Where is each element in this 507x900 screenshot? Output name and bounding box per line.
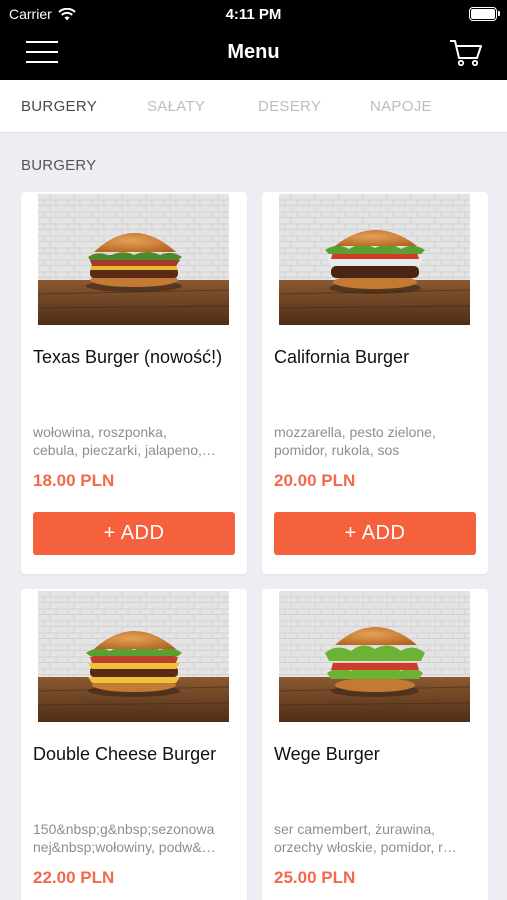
status-bar: Carrier 4:11 PM [0,0,507,28]
tab-desery[interactable]: DESERY [258,98,321,115]
product-name: Texas Burger (nowość!) [33,347,223,367]
product-price: 25.00 PLN [274,868,356,887]
product-image [38,591,229,722]
section-title: BURGERY [21,157,97,174]
add-to-cart-button[interactable]: + ADD [274,512,476,555]
product-image [279,591,470,722]
page-title: Menu [227,41,280,63]
product-description: 150&nbsp;g&nbsp;sezonowa nej&nbsp;wołowi… [33,821,216,855]
product-price: 18.00 PLN [33,471,115,490]
tab-napoje[interactable]: NAPOJE [370,98,432,115]
status-time: 4:11 PM [225,6,282,23]
product-name: California Burger [274,347,410,367]
category-tabs: BURGERY SAŁATY DESERY NAPOJE [0,80,507,133]
product-card: Texas Burger (nowość!) wołowina, roszpon… [21,192,247,574]
product-price: 20.00 PLN [274,471,356,490]
product-name: Double Cheese Burger [33,744,217,764]
add-to-cart-button[interactable]: + ADD [33,512,235,555]
tab-burgery[interactable]: BURGERY [21,98,97,115]
product-image [38,194,229,325]
product-name: Wege Burger [274,744,380,764]
shopping-cart-icon[interactable] [449,38,483,68]
product-price: 22.00 PLN [33,868,115,887]
product-card: Wege Burger ser camembert, żurawina, orz… [262,589,488,900]
product-card: Double Cheese Burger 150&nbsp;g&nbsp;sez… [21,589,247,900]
product-image [279,194,470,325]
product-description: mozzarella, pesto zielone, pomidor, ruko… [274,424,436,458]
product-description: wołowina, roszponka, cebula, pieczarki, … [33,424,216,458]
product-description: ser camembert, żurawina, orzechy włoskie… [274,821,457,855]
battery-icon [469,7,500,21]
tab-salaty[interactable]: SAŁATY [147,98,205,115]
nav-bar: Menu [0,28,507,80]
product-card: California Burger mozzarella, pesto ziel… [262,192,488,574]
